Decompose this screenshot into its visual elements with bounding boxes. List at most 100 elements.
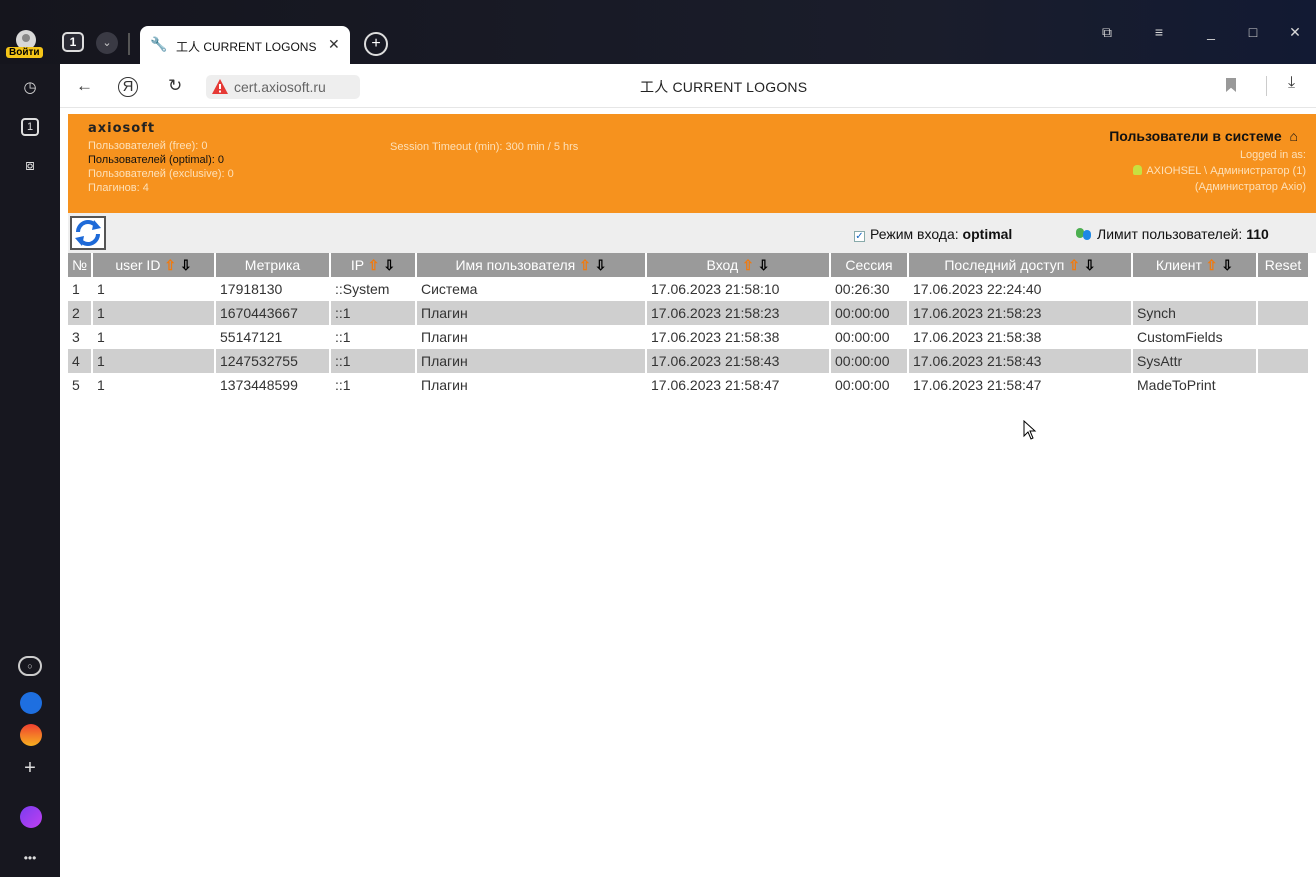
- alice-icon[interactable]: [20, 806, 42, 828]
- home-icon[interactable]: ⌂: [1290, 128, 1298, 144]
- col-login-label: Вход: [706, 256, 739, 273]
- address-bar: ← Я ↻ cert.axiosoft.ru 工人 CURRENT LOGONS…: [60, 64, 1316, 108]
- table-row[interactable]: 1 1 17918130 ::System Система 17.06.2023…: [68, 277, 1308, 301]
- tabs-icon[interactable]: 1: [21, 118, 39, 136]
- cell-user-id: 1: [91, 373, 215, 397]
- minimize-button[interactable]: _: [1196, 24, 1226, 40]
- title-bar: Войти 1 ⌄ 🔧 工人 CURRENT LOGONS ✕ + ⧉ ≡ _ …: [0, 0, 1316, 64]
- sort-desc-icon[interactable]: ⇩: [180, 257, 192, 273]
- sort-desc-icon[interactable]: ⇩: [595, 257, 607, 273]
- sort-desc-icon[interactable]: ⇩: [383, 257, 395, 273]
- cell-client: SysAttr: [1131, 349, 1257, 373]
- logo: axiosoft: [88, 121, 156, 136]
- tab-count-button[interactable]: 1: [62, 32, 84, 52]
- table-row[interactable]: 3 1 55147121 ::1 Плагин 17.06.2023 21:58…: [68, 325, 1308, 349]
- user-icon: [1133, 165, 1143, 175]
- stat-plugins: Плагинов: 4: [88, 182, 149, 194]
- login-button[interactable]: Войти: [6, 30, 56, 60]
- sort-asc-icon[interactable]: ⇧: [164, 257, 176, 273]
- cell-last-access: 17.06.2023 21:58:43: [907, 349, 1132, 373]
- sort-asc-icon[interactable]: ⇧: [579, 257, 591, 273]
- add-icon[interactable]: +: [20, 758, 40, 778]
- cell-metric: 1373448599: [214, 373, 330, 397]
- table-body: 1 1 17918130 ::System Система 17.06.2023…: [68, 277, 1308, 397]
- warning-icon: [212, 79, 228, 94]
- refresh-button[interactable]: [70, 216, 106, 250]
- status-toggle-icon[interactable]: ○: [18, 656, 42, 676]
- sort-asc-icon[interactable]: ⇧: [368, 257, 380, 273]
- cell-client: Synch: [1131, 301, 1257, 325]
- cell-reset[interactable]: [1256, 373, 1308, 397]
- messenger-icon[interactable]: [20, 692, 42, 714]
- cell-username: Плагин: [415, 349, 646, 373]
- maximize-button[interactable]: □: [1238, 24, 1268, 40]
- history-icon[interactable]: ◷: [20, 78, 40, 98]
- cell-ip: ::1: [329, 349, 416, 373]
- close-window-button[interactable]: ✕: [1280, 24, 1310, 41]
- header-title[interactable]: Пользователи в системе ⌂: [1109, 128, 1298, 144]
- cell-reset[interactable]: [1256, 277, 1308, 301]
- col-reset: Reset: [1256, 253, 1308, 277]
- yandex-icon[interactable]: Я: [118, 77, 138, 97]
- more-icon[interactable]: •••: [20, 848, 40, 868]
- bookmark-icon[interactable]: [1226, 78, 1236, 92]
- cell-reset[interactable]: [1256, 349, 1308, 373]
- user-line: AXIOHSEL \ Администратор (1): [1146, 165, 1306, 177]
- sort-asc-icon[interactable]: ⇧: [1206, 257, 1218, 273]
- close-icon[interactable]: ✕: [328, 36, 340, 53]
- sort-asc-icon[interactable]: ⇧: [1068, 257, 1080, 273]
- menu-icon[interactable]: ≡: [1144, 24, 1174, 40]
- sort-desc-icon[interactable]: ⇩: [1221, 257, 1233, 273]
- logons-table: № user ID ⇧ ⇩ Метрика IP ⇧ ⇩ Имя пользов…: [68, 253, 1308, 397]
- table-row[interactable]: 5 1 1373448599 ::1 Плагин 17.06.2023 21:…: [68, 373, 1308, 397]
- tab-title: 工人 CURRENT LOGONS: [176, 40, 317, 54]
- session-timeout: Session Timeout (min): 300 min / 5 hrs: [390, 141, 579, 153]
- chevron-down-icon[interactable]: ⌄: [96, 32, 118, 54]
- col-last-access-label: Последний доступ: [944, 256, 1065, 273]
- limit-label: Лимит пользователей:: [1097, 226, 1243, 242]
- cell-number: 3: [68, 325, 92, 349]
- cell-metric: 1670443667: [214, 301, 330, 325]
- new-tab-button[interactable]: +: [364, 32, 388, 56]
- col-client-label: Клиент: [1155, 256, 1202, 273]
- table-row[interactable]: 4 1 1247532755 ::1 Плагин 17.06.2023 21:…: [68, 349, 1308, 373]
- user-fullname: (Администратор Axio): [1194, 181, 1306, 193]
- col-user-id: user ID ⇧ ⇩: [91, 253, 215, 277]
- back-icon[interactable]: ←: [76, 76, 93, 96]
- browser-sidebar: ◷ 1 ⧇ ○ + •••: [0, 64, 60, 877]
- sort-asc-icon[interactable]: ⇧: [742, 257, 754, 273]
- col-client: Клиент ⇧ ⇩: [1131, 253, 1257, 277]
- tab-current-logons[interactable]: 🔧 工人 CURRENT LOGONS ✕: [140, 26, 350, 64]
- login-label: Войти: [6, 47, 43, 58]
- screenshot-icon[interactable]: ⧇: [20, 156, 40, 176]
- download-icon[interactable]: ⤓: [1288, 74, 1295, 92]
- cell-user-id: 1: [91, 301, 215, 325]
- cell-reset[interactable]: [1256, 301, 1308, 325]
- cell-metric: 55147121: [214, 325, 330, 349]
- checkbox-icon: ✓: [854, 231, 865, 242]
- cell-number: 2: [68, 301, 92, 325]
- table-row[interactable]: 2 1 1670443667 ::1 Плагин 17.06.2023 21:…: [68, 301, 1308, 325]
- window-pin-icon[interactable]: ⧉: [1092, 24, 1122, 41]
- cell-reset[interactable]: [1256, 325, 1308, 349]
- sort-desc-icon[interactable]: ⇩: [1084, 257, 1096, 273]
- mode-label: Режим входа:: [870, 226, 959, 242]
- cell-last-access: 17.06.2023 21:58:23: [907, 301, 1132, 325]
- page-content: axiosoft Пользователей (free): 0 Пользов…: [60, 108, 1316, 877]
- cell-session: 00:00:00: [829, 349, 908, 373]
- cell-client: CustomFields: [1131, 325, 1257, 349]
- reload-icon[interactable]: ↻: [168, 76, 182, 96]
- cell-ip: ::System: [329, 277, 416, 301]
- app-header: axiosoft Пользователей (free): 0 Пользов…: [68, 114, 1316, 213]
- url-field[interactable]: cert.axiosoft.ru: [206, 75, 360, 99]
- app-icon[interactable]: [20, 724, 42, 746]
- col-login: Вход ⇧ ⇩: [645, 253, 830, 277]
- table-header-row: № user ID ⇧ ⇩ Метрика IP ⇧ ⇩ Имя пользов…: [68, 253, 1308, 277]
- cell-login: 17.06.2023 21:58:43: [645, 349, 830, 373]
- toolbar: ✓ Режим входа: optimal Лимит пользователе…: [68, 213, 1316, 253]
- cell-metric: 1247532755: [214, 349, 330, 373]
- cell-username: Плагин: [415, 301, 646, 325]
- url-text: cert.axiosoft.ru: [234, 79, 326, 95]
- cell-ip: ::1: [329, 373, 416, 397]
- sort-desc-icon[interactable]: ⇩: [758, 257, 770, 273]
